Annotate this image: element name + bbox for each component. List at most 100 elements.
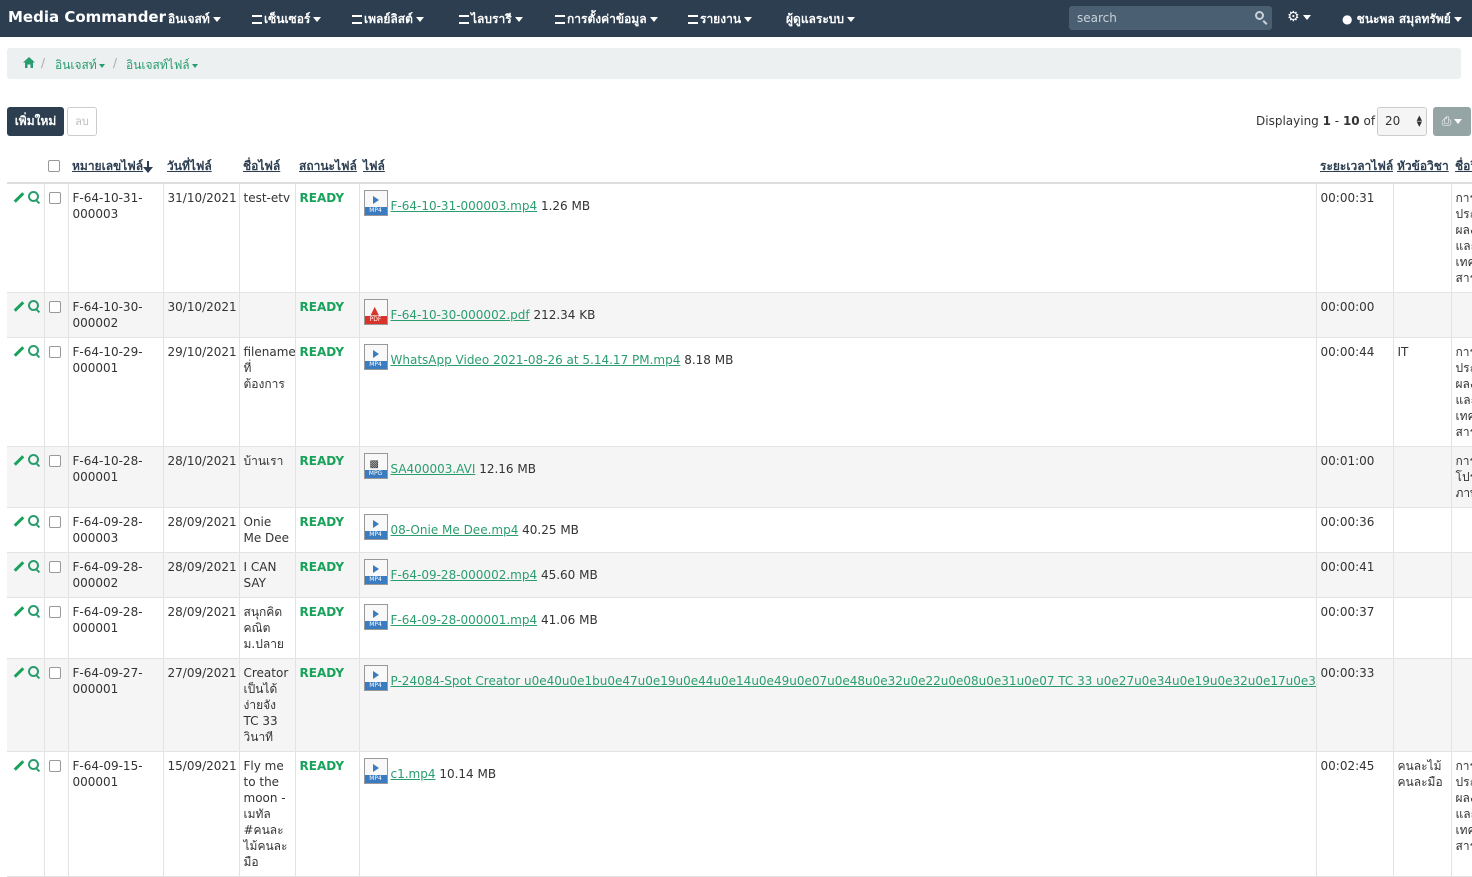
view-icon[interactable] xyxy=(28,191,39,202)
header-file[interactable]: ไฟล์ xyxy=(359,149,1316,184)
view-icon[interactable] xyxy=(28,666,39,677)
chevron-down-icon xyxy=(191,63,198,68)
header-extra[interactable]: ชื่อวิ xyxy=(1451,149,1472,184)
cell-file-no: F-64-09-28-000001 xyxy=(68,597,164,659)
file-size: 10.14 MB xyxy=(439,767,497,781)
edit-icon[interactable] xyxy=(13,301,25,312)
table-row: F-64-10-29-000001 29/10/2021 filename ที่ … xyxy=(7,337,1472,447)
search-icon[interactable] xyxy=(1255,11,1264,20)
view-icon[interactable] xyxy=(28,759,39,770)
cell-subject: IT xyxy=(1393,337,1452,447)
view-icon[interactable] xyxy=(28,515,39,526)
file-link[interactable]: SA400003.AVI xyxy=(391,462,476,476)
row-checkbox[interactable] xyxy=(48,516,61,528)
delete-button[interactable]: ลบ xyxy=(67,107,97,136)
cell-duration: 00:00:36 xyxy=(1316,507,1394,553)
search-input[interactable] xyxy=(1069,6,1239,30)
header-status[interactable]: สถานะไฟล์ xyxy=(295,149,359,184)
cell-file-no: F-64-09-28-000003 xyxy=(68,507,164,553)
print-button[interactable]: ⎙ xyxy=(1433,107,1471,136)
mp4-file-icon: MP4 xyxy=(363,559,388,585)
row-checkbox[interactable] xyxy=(48,667,61,679)
cell-file: ▲ PDF F-64-10-30-000002.pdf 212.34 KB xyxy=(359,292,1317,338)
row-select xyxy=(44,337,69,447)
file-line: SA400003.AVI 12.16 MB xyxy=(391,461,536,477)
film-icon xyxy=(459,15,469,24)
nav-playlist[interactable]: เพลย์ลิสต์ xyxy=(352,10,424,29)
header-file-no[interactable]: หมายเลขไฟล์ xyxy=(68,149,163,184)
file-type-tag: MP4 xyxy=(364,207,387,215)
edit-icon[interactable] xyxy=(13,606,25,617)
home-icon[interactable] xyxy=(23,57,35,68)
row-select xyxy=(44,507,69,553)
header-name[interactable]: ชื่อไฟล์ xyxy=(239,149,295,184)
file-link[interactable]: F-64-10-30-000002.pdf xyxy=(391,308,530,322)
cell-subject xyxy=(1393,292,1452,338)
file-link[interactable]: F-64-09-28-000001.mp4 xyxy=(391,613,538,627)
header-duration[interactable]: ระยะเวลาไฟล์ xyxy=(1316,149,1393,184)
breadcrumb-ingest[interactable]: อินเจสท์ xyxy=(55,56,105,75)
nav-library[interactable]: ไลบรารี xyxy=(459,10,523,29)
nav-data-settings[interactable]: การตั้งค่าข้อมูล xyxy=(555,10,658,29)
header-subject[interactable]: หัวข้อวิชา xyxy=(1393,149,1451,184)
view-icon[interactable] xyxy=(28,345,39,356)
nav-admin[interactable]: ผู้ดูแลระบบ xyxy=(786,10,856,29)
row-checkbox[interactable] xyxy=(48,760,61,772)
cell-date: 29/10/2021 xyxy=(163,337,240,447)
display-of: of xyxy=(1363,114,1376,128)
view-icon[interactable] xyxy=(28,300,39,311)
view-icon[interactable] xyxy=(28,454,39,465)
cell-subject xyxy=(1393,552,1452,598)
cell-name xyxy=(239,292,296,338)
edit-icon[interactable] xyxy=(13,667,25,678)
file-link[interactable]: F-64-10-31-000003.mp4 xyxy=(391,199,538,213)
view-icon[interactable] xyxy=(28,605,39,616)
nav-ingest[interactable]: อินเจสท์ xyxy=(168,10,221,29)
cell-extra xyxy=(1451,507,1472,553)
status-badge: READY xyxy=(299,191,345,205)
row-checkbox[interactable] xyxy=(48,455,61,467)
view-icon[interactable] xyxy=(28,560,39,571)
breadcrumb-ingest-file[interactable]: อินเจสท์ไฟล์ xyxy=(126,56,198,75)
row-actions xyxy=(7,292,45,338)
row-checkbox[interactable] xyxy=(48,606,61,618)
edit-icon[interactable] xyxy=(13,192,25,203)
breadcrumb: / อินเจสท์ / อินเจสท์ไฟล์ xyxy=(7,48,1461,79)
settings-menu[interactable]: ⚙ xyxy=(1287,9,1311,25)
nav-report[interactable]: รายงาน xyxy=(688,10,753,29)
edit-icon[interactable] xyxy=(13,516,25,527)
cell-extra: การ ประ ผลง และ เทค สาร xyxy=(1451,183,1472,293)
file-link[interactable]: c1.mp4 xyxy=(391,767,436,781)
add-new-button[interactable]: เพิ่มใหม่ xyxy=(7,107,64,136)
file-link[interactable]: P-24084-Spot Creator u0e40u0e1bu0e47u0e1… xyxy=(391,674,1316,688)
cell-file: MP4 P-24084-Spot Creator u0e40u0e1bu0e47u… xyxy=(359,658,1317,752)
row-checkbox[interactable] xyxy=(48,301,61,313)
file-link[interactable]: 08-Onie Me Dee.mp4 xyxy=(391,523,519,537)
row-checkbox[interactable] xyxy=(48,346,61,358)
status-badge: READY xyxy=(299,560,345,574)
nav-library-label: ไลบรารี xyxy=(471,12,512,26)
mp4-file-icon: MP4 xyxy=(363,758,388,784)
user-menu[interactable]: ● ชนะพล สมุลทรัพย์ xyxy=(1342,10,1462,29)
edit-icon[interactable] xyxy=(13,760,25,771)
row-checkbox[interactable] xyxy=(48,561,61,573)
nav-censor[interactable]: เซ็นเซอร์ xyxy=(252,10,322,29)
user-name: ชนะพล สมุลทรัพย์ xyxy=(1356,12,1451,26)
file-type-tag: MP4 xyxy=(364,682,387,690)
edit-icon[interactable] xyxy=(13,455,25,466)
header-date[interactable]: วันที่ไฟล์ xyxy=(163,149,239,184)
page-size-select[interactable]: 20 ▲ ▼ xyxy=(1377,107,1427,136)
file-link[interactable]: F-64-09-28-000002.mp4 xyxy=(391,568,538,582)
chevron-down-icon xyxy=(212,17,221,22)
edit-icon[interactable] xyxy=(13,561,25,572)
file-link[interactable]: WhatsApp Video 2021-08-26 at 5.14.17 PM.… xyxy=(391,353,681,367)
cell-name: I CAN SAY xyxy=(239,552,296,598)
cell-extra xyxy=(1451,292,1472,338)
table-row: F-64-10-28-000001 28/10/2021 บ้านเรา READY ▩… xyxy=(7,446,1472,508)
row-select xyxy=(44,446,69,508)
select-all-checkbox[interactable] xyxy=(48,160,60,172)
file-type-tag: MP4 xyxy=(364,531,387,539)
edit-icon[interactable] xyxy=(13,346,25,357)
app-brand[interactable]: Media Commander xyxy=(8,8,166,26)
row-checkbox[interactable] xyxy=(48,192,61,204)
